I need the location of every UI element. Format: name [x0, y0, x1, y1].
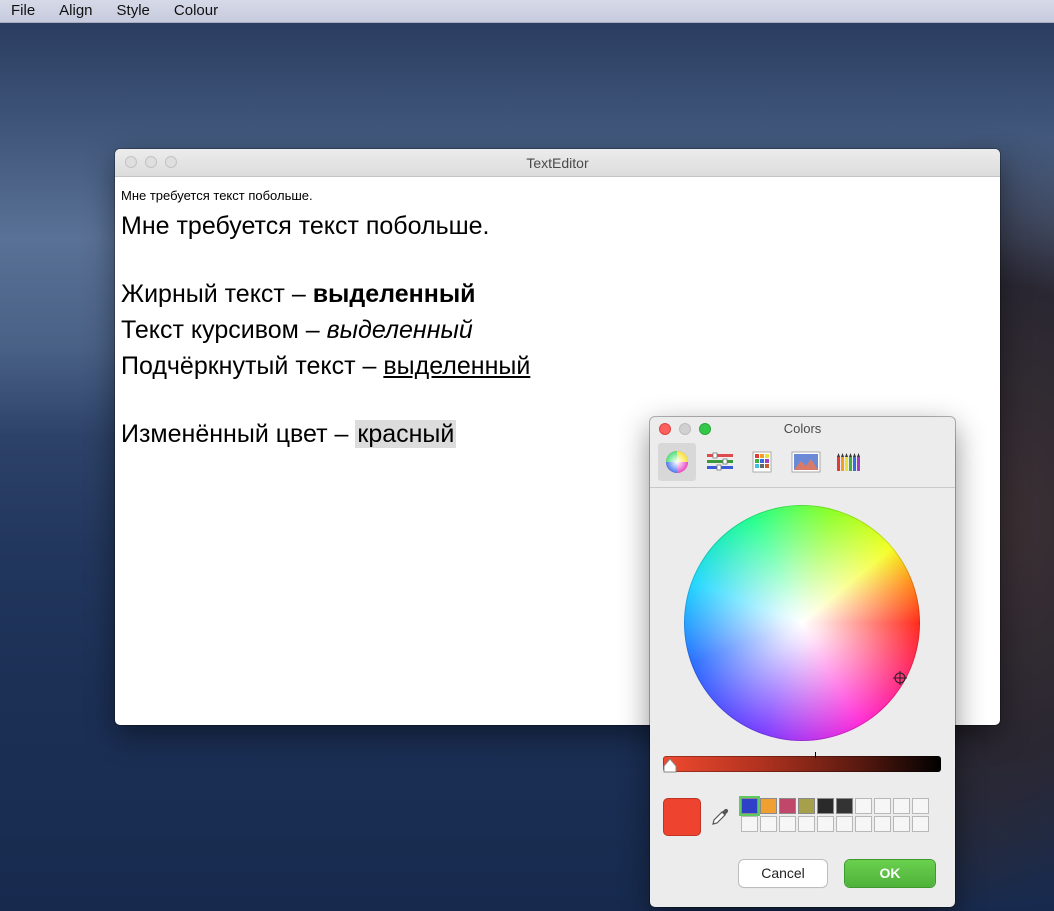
bold-word: выделенный [312, 280, 476, 308]
swatch-empty[interactable] [855, 798, 872, 814]
swatch-6[interactable] [836, 798, 853, 814]
color-prefix: Изменённый цвет – [121, 420, 356, 448]
swatch-4[interactable] [798, 798, 815, 814]
selected-color-word: красный [355, 420, 457, 448]
slider-knob-icon[interactable] [662, 758, 678, 774]
menu-colour[interactable]: Colour [162, 0, 230, 22]
text-line-large: Мне требуется текст побольше. [121, 212, 490, 240]
tab-pencils[interactable] [830, 443, 868, 481]
italic-word: выделенный [326, 316, 473, 344]
swatch-empty[interactable] [836, 816, 853, 832]
color-wheel-area [650, 488, 955, 744]
swatch-empty[interactable] [874, 798, 891, 814]
color-wheel-icon [666, 451, 688, 473]
swatch-3[interactable] [779, 798, 796, 814]
image-palette-icon [791, 451, 821, 473]
swatch-1[interactable] [739, 796, 760, 816]
menu-align[interactable]: Align [47, 0, 104, 22]
swatch-empty[interactable] [912, 816, 929, 832]
tab-color-palettes[interactable] [744, 443, 782, 481]
brightness-slider[interactable] [662, 752, 941, 774]
slider-tick [815, 752, 816, 758]
menu-file[interactable]: File [0, 0, 47, 22]
text-area[interactable]: Мне требуется текст побольше. Мне требуе… [115, 177, 1000, 452]
colors-titlebar[interactable]: Colors [650, 417, 955, 439]
swatch-empty[interactable] [855, 816, 872, 832]
eyedropper-icon[interactable] [710, 807, 730, 827]
swatch-empty[interactable] [893, 816, 910, 832]
text-line-small: Мне требуется текст побольше. [121, 188, 313, 203]
cancel-button[interactable]: Cancel [739, 860, 827, 887]
swatch-empty[interactable] [817, 816, 834, 832]
tab-color-sliders[interactable] [701, 443, 739, 481]
swatch-empty[interactable] [874, 816, 891, 832]
color-wheel[interactable] [684, 505, 920, 741]
italic-prefix: Текст курсивом – [121, 316, 327, 344]
swatch-empty[interactable] [779, 816, 796, 832]
colors-panel: Colors Cancel OK [650, 417, 955, 907]
tab-image-palettes[interactable] [787, 443, 825, 481]
sliders-icon [707, 452, 733, 471]
underline-prefix: Подчёркнутый текст – [121, 352, 384, 380]
text-line-bold: Жирный текст – выделенный [121, 276, 1000, 312]
swatch-grid [739, 796, 933, 836]
swatch-empty[interactable] [741, 816, 758, 832]
colors-toolbar [650, 439, 955, 488]
menu-style[interactable]: Style [105, 0, 162, 22]
crosshair-icon[interactable] [893, 671, 907, 685]
swatch-empty[interactable] [760, 816, 777, 832]
ok-button[interactable]: OK [845, 860, 935, 887]
text-line-italic: Текст курсивом – выделенный [121, 312, 1000, 348]
text-line-underline: Подчёркнутый текст – выделенный [121, 348, 1000, 384]
swatch-empty[interactable] [798, 816, 815, 832]
window-title: TextEditor [526, 155, 589, 171]
swatch-empty[interactable] [912, 798, 929, 814]
menu-bar: File Align Style Colour [0, 0, 1054, 23]
underline-word: выделенный [383, 352, 531, 380]
current-color-well[interactable] [663, 798, 701, 836]
palette-grid-icon [752, 451, 772, 473]
swatch-5[interactable] [817, 798, 834, 814]
tab-color-wheel[interactable] [658, 443, 696, 481]
bold-prefix: Жирный текст – [121, 280, 313, 308]
window-titlebar[interactable]: TextEditor [115, 149, 1000, 177]
colors-title: Colors [783, 421, 822, 436]
swatch-empty[interactable] [893, 798, 910, 814]
swatch-2[interactable] [760, 798, 777, 814]
brightness-track[interactable] [663, 756, 941, 772]
pencils-icon [837, 453, 860, 471]
